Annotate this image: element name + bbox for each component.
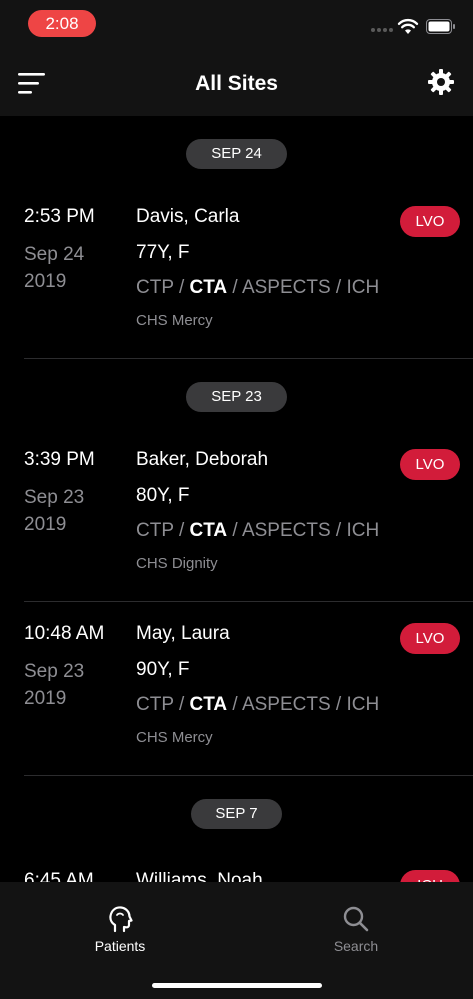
study-date-day: Sep 23 [24, 661, 85, 682]
patient-name: May, Laura [136, 623, 230, 644]
lvo-badge: LVO [400, 206, 460, 237]
nav-header: All Sites [0, 46, 473, 116]
study-time: 3:39 PM [24, 449, 95, 470]
study-types: CTP / CTA / ASPECTS / ICH [136, 694, 380, 715]
home-indicator [152, 983, 322, 988]
lvo-badge: LVO [400, 623, 460, 654]
battery-icon [426, 19, 455, 34]
status-time[interactable]: 2:08 [28, 10, 96, 37]
study-date-year: 2019 [24, 514, 67, 535]
study-time: 10:48 AM [24, 623, 105, 644]
study-types: CTP / CTA / ASPECTS / ICH [136, 520, 380, 541]
hospital-site: CHS Dignity [136, 555, 218, 572]
tab-search[interactable]: Search [296, 904, 416, 954]
head-profile-icon [109, 906, 133, 933]
study-ich: ICH [346, 520, 380, 541]
study-aspects: ASPECTS [241, 694, 331, 715]
study-types: CTP / CTA / ASPECTS / ICH [136, 277, 380, 298]
study-date: Sep 24 2019 [24, 241, 84, 295]
study-aspects: ASPECTS [241, 277, 331, 298]
patient-row[interactable]: 6:45 AM Williams, Noah ICH [0, 850, 473, 882]
study-time: 2:53 PM [24, 206, 95, 227]
study-cta: CTA [189, 277, 228, 298]
patient-list[interactable]: SEP 24 2:53 PM Sep 24 2019 Davis, Carla … [0, 116, 473, 882]
row-divider [24, 601, 473, 602]
study-ctp: CTP [136, 277, 174, 298]
search-icon [343, 906, 369, 932]
row-divider [24, 775, 473, 776]
study-ctp: CTP [136, 520, 174, 541]
hospital-site: CHS Mercy [136, 312, 213, 329]
wifi-icon [397, 18, 419, 34]
patient-age-sex: 90Y, F [136, 659, 190, 680]
study-cta: CTA [189, 520, 228, 541]
patient-name: Williams, Noah [136, 870, 263, 882]
study-date-day: Sep 23 [24, 487, 85, 508]
study-date-year: 2019 [24, 688, 67, 709]
tab-patients[interactable]: Patients [60, 904, 180, 954]
patient-name: Davis, Carla [136, 206, 240, 227]
study-time: 6:45 AM [24, 870, 94, 882]
gear-icon[interactable] [427, 68, 455, 96]
study-date: Sep 23 2019 [24, 484, 84, 538]
date-section-header: SEP 7 [191, 799, 282, 829]
study-cta: CTA [189, 694, 228, 715]
study-date-day: Sep 24 [24, 244, 85, 265]
tab-search-label: Search [333, 938, 379, 954]
tab-bar: Patients Search [0, 882, 473, 999]
patient-row[interactable]: 10:48 AM Sep 23 2019 May, Laura 90Y, F C… [0, 603, 473, 777]
page-title: All Sites [195, 72, 278, 95]
study-ich: ICH [346, 277, 380, 298]
hospital-site: CHS Mercy [136, 729, 213, 746]
patient-age-sex: 80Y, F [136, 485, 190, 506]
study-date: Sep 23 2019 [24, 658, 84, 712]
status-bar: 2:08 [0, 0, 473, 46]
patient-age-sex: 77Y, F [136, 242, 190, 263]
date-section-header: SEP 24 [186, 139, 287, 169]
cellular-signal-icon [371, 28, 393, 32]
patient-row[interactable]: 3:39 PM Sep 23 2019 Baker, Deborah 80Y, … [0, 429, 473, 603]
study-ctp: CTP [136, 694, 174, 715]
date-section-header: SEP 23 [186, 382, 287, 412]
patient-row[interactable]: 2:53 PM Sep 24 2019 Davis, Carla 77Y, F … [0, 186, 473, 360]
tab-patients-label: Patients [94, 938, 146, 954]
study-aspects: ASPECTS [241, 520, 331, 541]
row-divider [24, 358, 473, 359]
lvo-badge: LVO [400, 449, 460, 480]
patient-name: Baker, Deborah [136, 449, 269, 470]
study-date-year: 2019 [24, 271, 67, 292]
ich-badge: ICH [400, 870, 460, 882]
study-ich: ICH [346, 694, 380, 715]
